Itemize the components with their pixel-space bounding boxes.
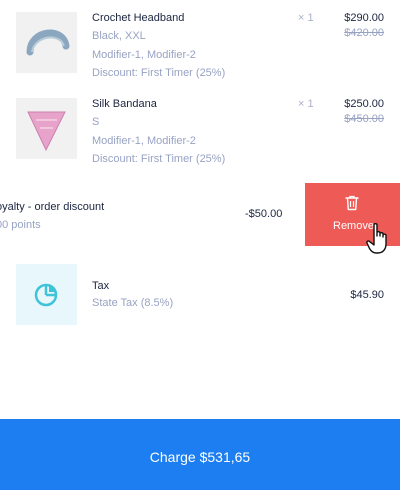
tax-icon-tile	[16, 264, 77, 325]
headband-image	[16, 12, 77, 73]
item-price: $290.00	[344, 12, 384, 24]
discount-label: oyalty - order discount	[0, 201, 105, 213]
item-quantity: × 1	[298, 12, 314, 24]
item-modifiers: Modifier-1, Modifier-2	[92, 135, 196, 147]
pie-chart-icon	[34, 283, 58, 307]
item-original-price: $420.00	[344, 27, 384, 39]
hand-cursor-icon	[366, 222, 394, 261]
item-discount: Discount: First Timer (25%)	[92, 67, 226, 79]
tax-detail: State Tax (8.5%)	[92, 297, 174, 309]
item-name: Crochet Headband	[92, 12, 185, 24]
bandana-image	[16, 98, 77, 159]
item-price: $250.00	[344, 98, 384, 110]
tax-amount: $45.90	[350, 289, 384, 301]
discount-amount: -$50.00	[245, 208, 283, 220]
charge-label: Charge $531,65	[149, 449, 251, 465]
trash-icon	[345, 195, 359, 214]
item-modifiers: Modifier-1, Modifier-2	[92, 49, 196, 61]
item-variant: Black, XXL	[92, 30, 146, 42]
item-original-price: $450.00	[344, 113, 384, 125]
item-quantity: × 1	[298, 98, 314, 110]
tax-name: Tax	[92, 280, 110, 292]
item-discount: Discount: First Timer (25%)	[92, 153, 226, 165]
charge-button[interactable]: Charge $531,65	[0, 419, 400, 490]
item-variant: S	[92, 116, 100, 128]
item-name: Silk Bandana	[92, 98, 157, 110]
discount-points: 00 points	[0, 219, 41, 231]
